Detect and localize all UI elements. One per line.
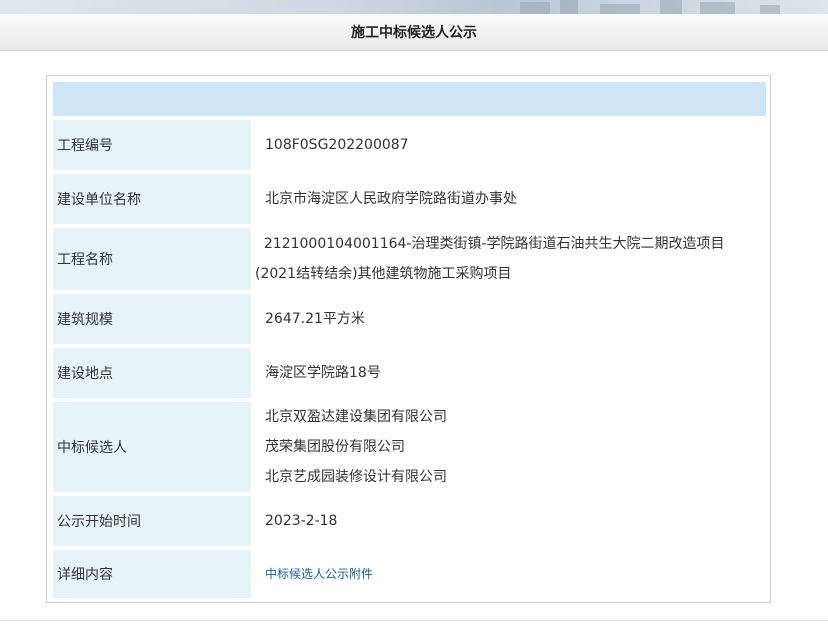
row-publish-date: 公示开始时间 2023-2-18 [53,496,766,546]
page-title-bar: 施工中标候选人公示 [0,14,828,51]
row-project-number: 工程编号 108F0SG202200087 [53,120,766,170]
row-value: 108F0SG202200087 [253,120,766,170]
row-label: 公示开始时间 [53,496,251,546]
location-value: 海淀区学院路18号 [265,365,381,381]
publish-date-value: 2023-2-18 [265,513,338,529]
row-location: 建设地点 海淀区学院路18号 [53,348,766,398]
row-label: 建筑规模 [53,294,251,344]
announcement-table: 工程编号 108F0SG202200087 建设单位名称 北京市海淀区人民政府学… [46,75,771,603]
row-details: 详细内容 中标候选人公示附件 [53,550,766,598]
header-banner-image [0,0,828,14]
project-number-value: 108F0SG202200087 [265,137,409,153]
row-value: 2647.21平方米 [253,294,766,344]
row-label: 详细内容 [53,550,251,598]
row-project-name: 工程名称 2121000104001164-治理类街镇-学院路街道石油共生大院二… [53,228,766,290]
row-builder-name: 建设单位名称 北京市海淀区人民政府学院路街道办事处 [53,174,766,224]
builder-name-value: 北京市海淀区人民政府学院路街道办事处 [265,191,517,207]
project-name-line-1: 2121000104001164-治理类街镇-学院路街道石油共生大院二期改造项目 [255,236,725,252]
row-value: 2121000104001164-治理类街镇-学院路街道石油共生大院二期改造项目… [253,228,766,290]
row-value: 2023-2-18 [253,496,766,546]
row-building-scale: 建筑规模 2647.21平方米 [53,294,766,344]
candidate-1: 北京双盈达建设集团有限公司 [265,409,447,425]
row-label: 中标候选人 [53,402,251,492]
row-value: 北京双盈达建设集团有限公司 茂荣集团股份有限公司 北京艺成园装修设计有限公司 [253,402,766,492]
row-label: 建设地点 [53,348,251,398]
project-name-line-2: (2021结转结余)其他建筑物施工采购项目 [255,266,512,282]
attachment-link[interactable]: 中标候选人公示附件 [265,567,373,581]
table-header-band [53,82,766,116]
candidate-2: 茂荣集团股份有限公司 [265,439,405,455]
row-value: 中标候选人公示附件 [253,550,766,598]
row-candidates: 中标候选人 北京双盈达建设集团有限公司 茂荣集团股份有限公司 北京艺成园装修设计… [53,402,766,492]
page-divider [0,620,828,621]
row-value: 海淀区学院路18号 [253,348,766,398]
candidate-3: 北京艺成园装修设计有限公司 [265,469,447,485]
row-label: 工程名称 [53,228,251,290]
row-label: 工程编号 [53,120,251,170]
building-scale-value: 2647.21平方米 [265,311,365,327]
row-label: 建设单位名称 [53,174,251,224]
row-value: 北京市海淀区人民政府学院路街道办事处 [253,174,766,224]
page-title: 施工中标候选人公示 [351,25,477,41]
